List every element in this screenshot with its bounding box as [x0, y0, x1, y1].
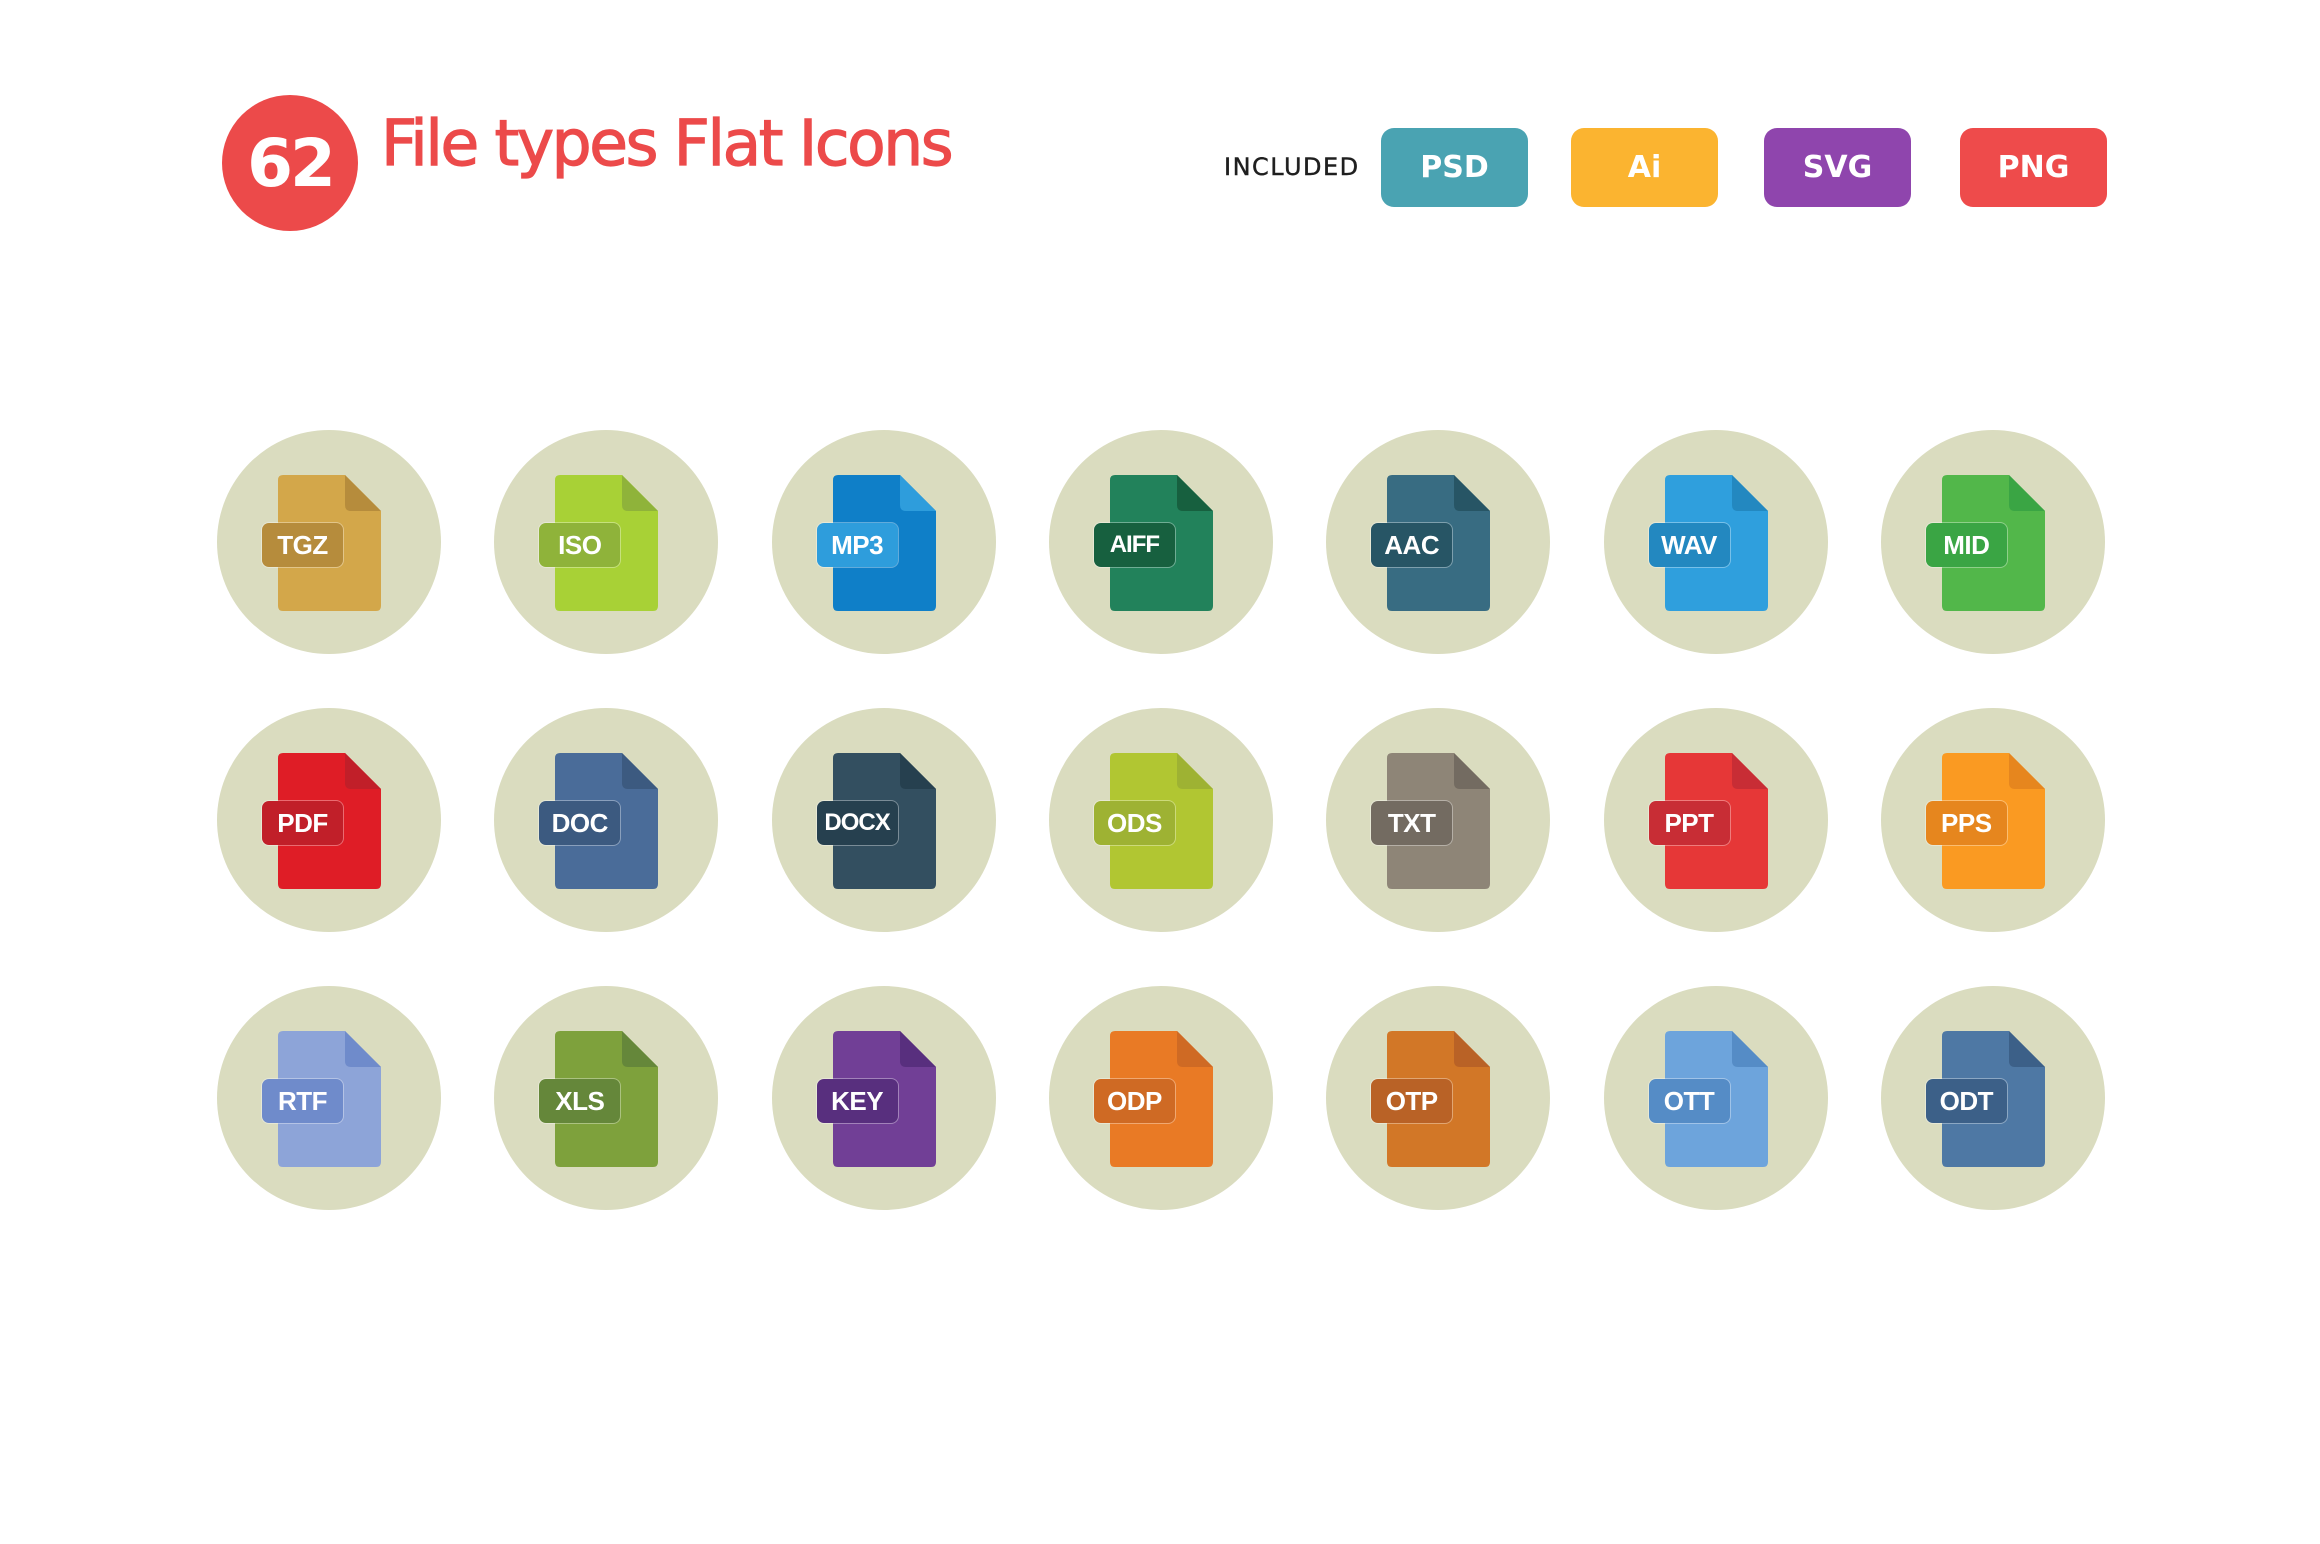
file-extension-label: KEY [816, 1079, 898, 1123]
file-extension-label: ODT [1925, 1079, 2007, 1123]
file-icon-wav: WAV [1603, 430, 1828, 654]
file-icon-docx: DOCX [771, 708, 996, 932]
document-fold [1454, 475, 1491, 511]
file-icon-odt: ODT [1880, 986, 2105, 1210]
document-fold [622, 753, 659, 789]
document-fold [345, 475, 381, 511]
file-extension-label: MID [1925, 523, 2007, 567]
file-extension-label: XLS [539, 1079, 621, 1123]
file-extension-label: PDF [262, 801, 343, 845]
file-icon-mp3: MP3 [771, 430, 996, 654]
included-label: INCLUDED [1224, 153, 1360, 181]
document-fold [1731, 1031, 1768, 1067]
file-icon-ppt: PPT [1603, 708, 1828, 932]
file-extension-label: OTP [1371, 1079, 1453, 1123]
file-icon-doc: DOC [494, 708, 719, 932]
document-fold [1454, 1031, 1491, 1067]
file-extension-label: PPS [1925, 801, 2007, 845]
file-extension-label: RTF [262, 1079, 343, 1123]
file-extension-label: DOC [539, 801, 621, 845]
file-icon-pps: PPS [1880, 708, 2105, 932]
document-fold [622, 1031, 659, 1067]
document-fold [899, 1031, 936, 1067]
file-icon-aiff: AIFF [1048, 430, 1273, 654]
file-extension-label: OTT [1648, 1079, 1730, 1123]
format-badge-png: PNG [1960, 128, 2107, 207]
file-icon-ott: OTT [1603, 986, 1828, 1210]
document-fold [345, 1031, 381, 1067]
file-extension-label: ODS [1093, 801, 1175, 845]
format-badge-psd: PSD [1381, 128, 1528, 207]
file-icon-key: KEY [771, 986, 996, 1210]
document-fold [1731, 753, 1768, 789]
file-extension-label: AIFF [1093, 523, 1175, 567]
file-extension-label: PPT [1648, 801, 1730, 845]
file-icon-aac: AAC [1326, 430, 1551, 654]
document-fold [899, 753, 936, 789]
file-icon-tgz: TGZ [217, 430, 441, 654]
format-badge-ai: Ai [1571, 128, 1718, 207]
file-icon-pdf: PDF [217, 708, 441, 932]
document-fold [899, 475, 936, 511]
document-fold [345, 753, 381, 789]
format-badge-svg: SVG [1764, 128, 1911, 207]
file-extension-label: ISO [539, 523, 621, 567]
document-fold [2008, 753, 2045, 789]
file-icon-txt: TXT [1326, 708, 1551, 932]
file-icon-otp: OTP [1326, 986, 1551, 1210]
file-icon-rtf: RTF [217, 986, 441, 1210]
file-extension-label: ODP [1093, 1079, 1175, 1123]
file-extension-label: AAC [1371, 523, 1453, 567]
document-fold [1454, 753, 1491, 789]
file-extension-label: WAV [1648, 523, 1730, 567]
file-icon-xls: XLS [494, 986, 719, 1210]
file-icon-iso: ISO [494, 430, 719, 654]
document-fold [2008, 475, 2045, 511]
file-extension-label: TXT [1371, 801, 1453, 845]
document-fold [2008, 1031, 2045, 1067]
document-fold [622, 475, 659, 511]
document-fold [1731, 475, 1768, 511]
file-extension-label: MP3 [816, 523, 898, 567]
document-fold [1176, 1031, 1213, 1067]
document-fold [1176, 753, 1213, 789]
file-icon-ods: ODS [1048, 708, 1273, 932]
file-extension-label: TGZ [262, 523, 343, 567]
page-title: File types Flat Icons [380, 107, 954, 180]
icon-count-badge: 62 [222, 95, 358, 231]
file-extension-label: DOCX [816, 801, 898, 845]
document-fold [1176, 475, 1213, 511]
file-icon-odp: ODP [1048, 986, 1273, 1210]
file-icon-mid: MID [1880, 430, 2105, 654]
